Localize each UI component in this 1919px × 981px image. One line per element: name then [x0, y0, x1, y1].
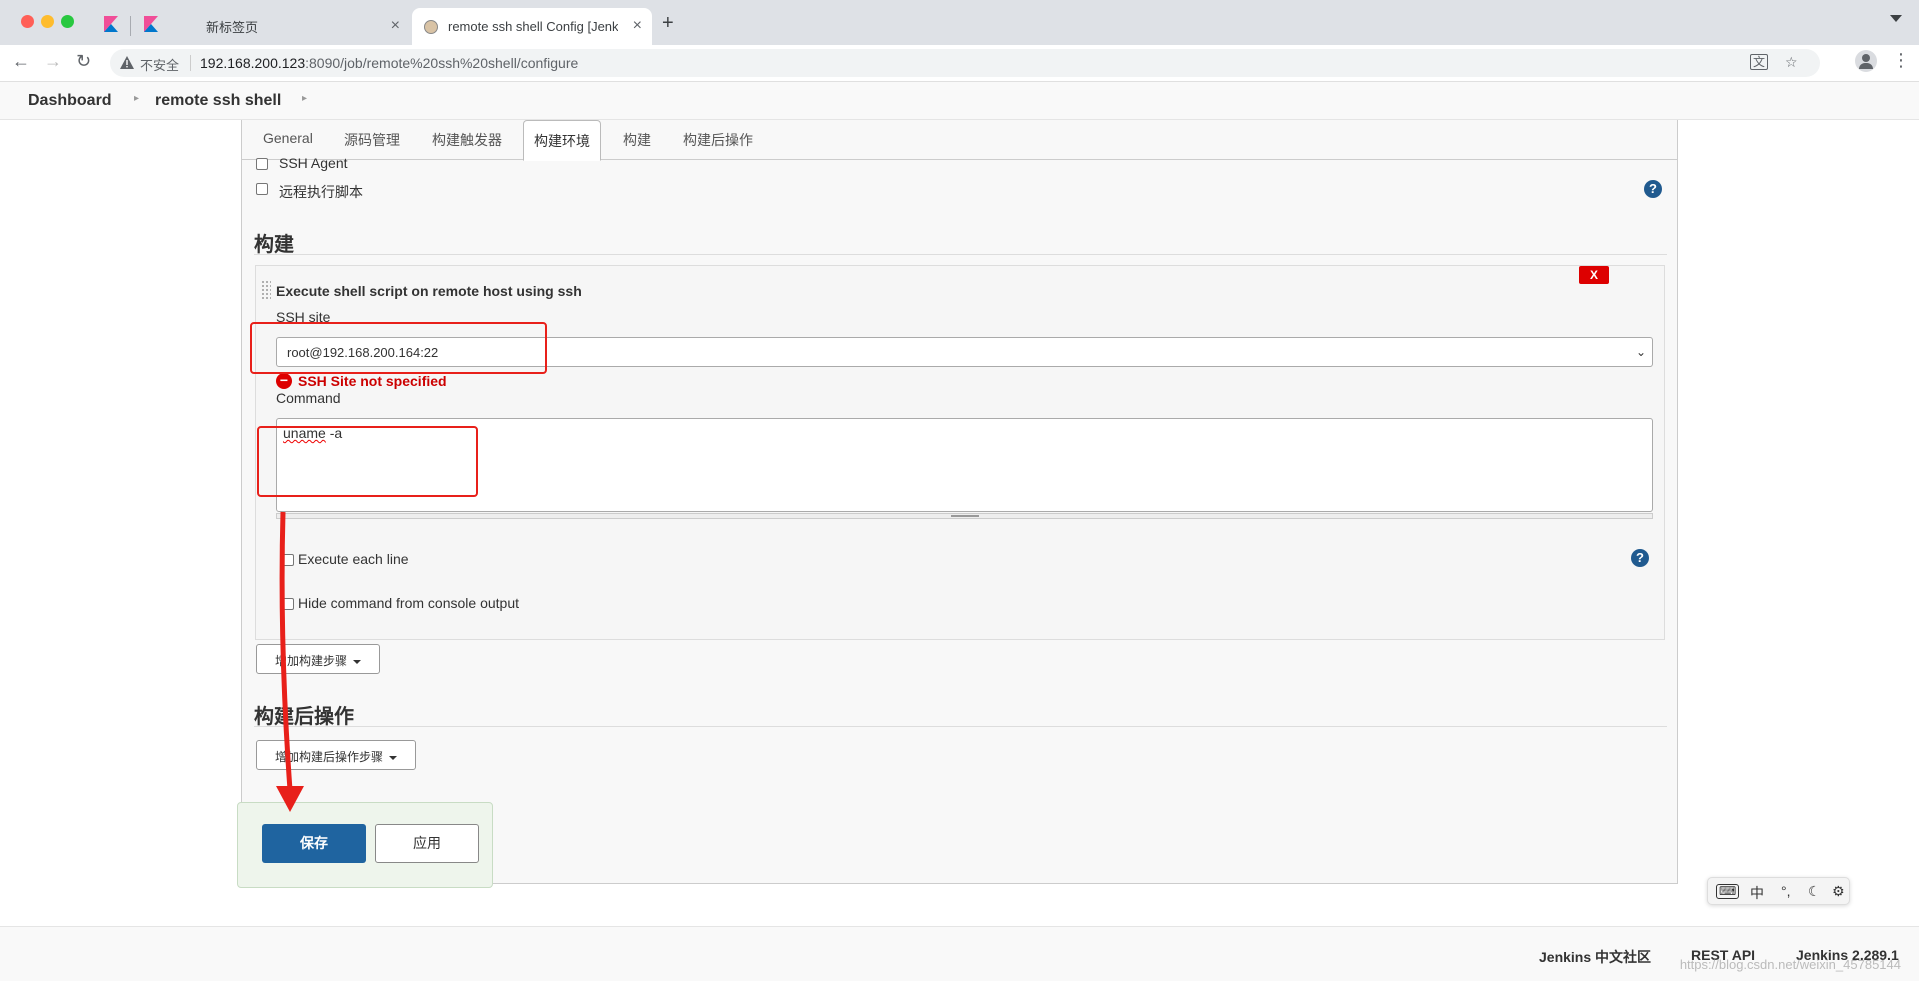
footer-link-community[interactable]: Jenkins 中文社区 — [1539, 947, 1651, 967]
config-tabs: General 源码管理 构建触发器 构建环境 构建 构建后操作 — [242, 120, 1677, 161]
ime-settings-gear-icon[interactable]: ⚙ — [1832, 883, 1845, 900]
tab-title: remote ssh shell Config [Jenkins] — [448, 19, 618, 34]
execute-each-line-label: Execute each line — [298, 551, 409, 567]
ssh-site-error: − SSH Site not specified — [276, 373, 447, 389]
tab-post-build[interactable]: 构建后操作 — [683, 130, 753, 150]
breadcrumb-dashboard[interactable]: Dashboard — [28, 92, 112, 110]
tab-title: 新标签页 — [206, 20, 259, 35]
menu-kebab-icon[interactable]: ⋮ — [1892, 51, 1910, 69]
url-text[interactable]: 192.168.200.123:8090/job/remote%20ssh%20… — [200, 55, 578, 71]
ssh-agent-checkbox[interactable] — [256, 158, 268, 170]
add-post-build-step-button[interactable]: 增加构建后操作步骤 — [256, 740, 417, 770]
ime-mode[interactable]: 中 — [1750, 883, 1764, 903]
url-path: :8090/job/remote%20ssh%20shell/configure — [305, 55, 579, 71]
add-build-step-button[interactable]: 增加构建步骤 — [256, 644, 381, 674]
annotation-box-command — [257, 426, 478, 497]
chevron-down-icon: ⌄ — [1635, 345, 1646, 359]
chevron-right-icon[interactable]: ▸ — [134, 93, 139, 104]
add-post-build-step-label: 增加构建后操作步骤 — [275, 750, 384, 764]
translate-icon[interactable]: 文 — [1750, 54, 1769, 70]
help-icon[interactable]: ? — [1644, 180, 1662, 198]
error-text: SSH Site not specified — [298, 373, 447, 389]
tab-build[interactable]: 构建 — [623, 130, 651, 150]
close-icon[interactable]: × — [391, 17, 400, 35]
watermark-text: https://blog.csdn.net/weixin_45785144 — [1679, 957, 1901, 972]
page-footer: Jenkins 中文社区 REST API Jenkins 2.289.1 ht… — [0, 926, 1919, 981]
tab-build-triggers[interactable]: 构建触发器 — [432, 130, 502, 150]
tab-separator — [130, 16, 131, 36]
apply-button[interactable]: 应用 — [375, 824, 479, 863]
tab-general[interactable]: General — [263, 130, 313, 146]
build-step-title: Execute shell script on remote host usin… — [276, 283, 582, 299]
warning-icon — [120, 56, 134, 69]
profile-avatar-icon[interactable] — [1855, 50, 1877, 72]
tab-jenkins-config[interactable]: remote ssh shell Config [Jenkins] × — [412, 8, 652, 45]
form-actions: 保存 应用 — [237, 802, 493, 888]
build-section-title: 构建 — [254, 234, 294, 256]
breadcrumb: Dashboard ▸ remote ssh shell ▸ — [0, 82, 1919, 120]
command-textarea[interactable]: uname -a — [276, 418, 1653, 512]
reload-icon[interactable]: ↻ — [76, 51, 91, 72]
minimize-window-button[interactable] — [41, 15, 54, 28]
hide-command-checkbox[interactable] — [282, 598, 294, 610]
maximize-window-button[interactable] — [61, 15, 74, 28]
section-divider — [254, 254, 1667, 255]
ime-toolbar[interactable]: ⌨ 中 °, ☾ ⚙ — [1707, 877, 1850, 905]
error-icon: − — [276, 373, 292, 389]
config-panel: General 源码管理 构建触发器 构建环境 构建 构建后操作 SSH Age… — [241, 120, 1678, 884]
tab-search-icon[interactable] — [1890, 15, 1902, 22]
remote-script-label: 远程执行脚本 — [279, 184, 363, 200]
ssh-agent-label: SSH Agent — [279, 155, 348, 171]
annotation-box-ssh-site — [250, 322, 547, 374]
textarea-resize-handle[interactable] — [276, 513, 1653, 519]
caret-down-icon — [353, 659, 362, 664]
remote-script-checkbox[interactable] — [256, 183, 268, 195]
ime-moon-icon[interactable]: ☾ — [1808, 883, 1821, 900]
section-divider — [254, 726, 1667, 727]
tab-build-environment[interactable]: 构建环境 — [523, 120, 601, 161]
execute-each-line-checkbox[interactable] — [282, 554, 294, 566]
ime-keyboard-icon[interactable]: ⌨ — [1716, 884, 1740, 899]
tab-scm[interactable]: 源码管理 — [344, 130, 400, 150]
divider — [190, 55, 191, 71]
help-icon[interactable]: ? — [1631, 549, 1649, 567]
ime-punctuation-icon[interactable]: °, — [1781, 883, 1791, 899]
kibana-tab-icon[interactable] — [144, 16, 158, 32]
browser-tabstrip: 新标签页 × remote ssh shell Config [Jenkins]… — [0, 0, 1919, 45]
post-build-section-title: 构建后操作 — [254, 706, 354, 728]
forward-icon[interactable]: → — [44, 51, 62, 72]
back-icon[interactable]: ← — [12, 51, 30, 72]
close-icon[interactable]: × — [633, 17, 642, 35]
security-label[interactable]: 不安全 — [140, 55, 179, 74]
command-label: Command — [276, 390, 341, 406]
tab-new-tab[interactable]: 新标签页 × — [170, 8, 410, 45]
browser-toolbar: ← → ↻ 不安全 192.168.200.123:8090/job/remot… — [0, 45, 1919, 82]
delete-step-button[interactable]: X — [1579, 266, 1609, 284]
add-build-step-label: 增加构建步骤 — [275, 654, 348, 668]
star-icon[interactable]: ☆ — [1785, 54, 1798, 71]
url-host: 192.168.200.123 — [200, 55, 306, 71]
hide-command-label: Hide command from console output — [298, 595, 519, 611]
close-window-button[interactable] — [21, 15, 34, 28]
caret-down-icon — [389, 755, 398, 760]
address-bar[interactable]: 不安全 192.168.200.123:8090/job/remote%20ss… — [110, 49, 1820, 77]
jenkins-favicon-icon — [424, 19, 438, 34]
drag-handle-icon[interactable] — [261, 280, 271, 300]
chevron-right-icon[interactable]: ▸ — [302, 93, 307, 104]
new-tab-button[interactable]: + — [662, 12, 674, 35]
breadcrumb-job[interactable]: remote ssh shell — [155, 92, 281, 110]
kibana-tab-icon[interactable] — [104, 16, 118, 32]
save-button[interactable]: 保存 — [262, 824, 366, 863]
